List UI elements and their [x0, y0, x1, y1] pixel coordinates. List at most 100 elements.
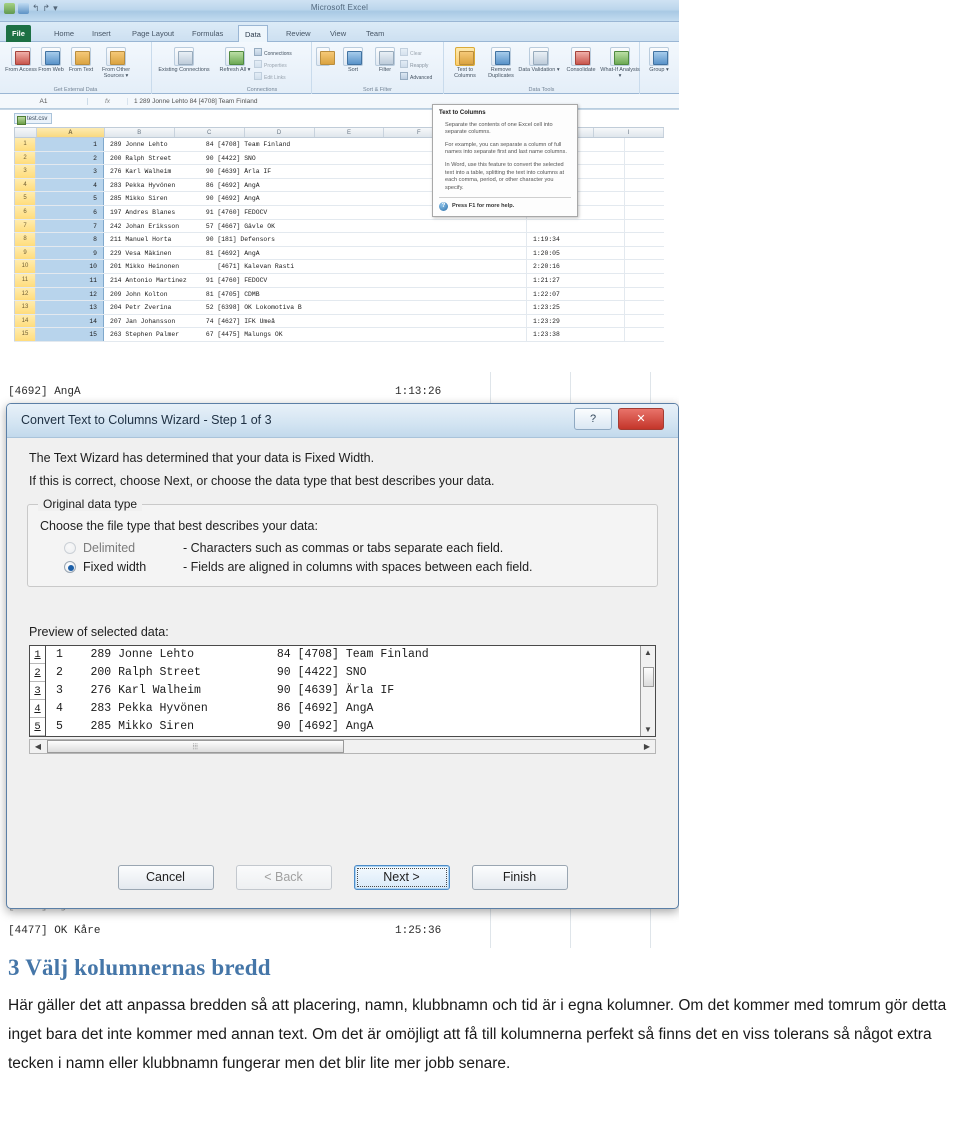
workbook-tab[interactable]: test.csv [14, 113, 53, 125]
cell-empty[interactable] [624, 205, 664, 219]
row-header[interactable]: 4 [14, 178, 36, 192]
consolidate-button[interactable]: Consolidate [558, 47, 604, 73]
row-header[interactable]: 3 [14, 165, 36, 178]
refresh-all-button[interactable]: Refresh All ▾ [216, 47, 254, 73]
radio-option-fixed-width[interactable]: Fixed width - Fields are aligned in colu… [64, 560, 645, 574]
cell-empty[interactable] [624, 314, 664, 328]
group-button[interactable]: Group ▾ [640, 47, 678, 73]
cell-a[interactable]: 7 [36, 219, 104, 233]
next-button[interactable]: Next > [353, 865, 450, 890]
cell-b[interactable]: 242 Johan Eriksson 57 [4667] Gävle OK [104, 220, 526, 233]
cell-empty[interactable] [624, 287, 664, 301]
ribbon[interactable]: From Access From Web From Text From Othe… [0, 42, 679, 94]
scroll-up-icon[interactable]: ▲ [644, 646, 652, 659]
filter-button[interactable]: Filter [366, 47, 404, 73]
cell-b[interactable]: 204 Petr Zverina 52 [6398] OK Lokomotiva… [104, 301, 526, 314]
column-header-c[interactable]: C [175, 128, 245, 137]
row-header[interactable]: 13 [14, 301, 36, 314]
column-header-i[interactable]: I [594, 128, 664, 137]
formula-input[interactable]: 1 289 Jonne Lehto 84 [4708] Team Finland [128, 98, 257, 105]
tab-page-layout[interactable]: Page Layout [126, 25, 180, 42]
cell-empty[interactable] [624, 260, 664, 273]
cell-time[interactable]: 1:19:34 [526, 233, 624, 246]
data-validation-button[interactable]: Data Validation ▾ [518, 47, 560, 73]
table-row[interactable]: 9 9 229 Vesa Mäkinen 81 [4692] AngA 1:20:05 [14, 246, 664, 261]
cell-b[interactable]: 263 Stephen Palmer 67 [4475] Malungs OK [104, 328, 526, 341]
table-row[interactable]: 7 7 242 Johan Eriksson 57 [4667] Gävle OK [14, 219, 664, 234]
cell-empty[interactable] [624, 273, 664, 287]
tab-file[interactable]: File [6, 25, 31, 42]
cell-a[interactable]: 13 [36, 301, 104, 314]
column-header-d[interactable]: D [245, 128, 315, 137]
radio-option-delimited[interactable]: Delimited - Characters such as commas or… [64, 541, 645, 555]
cell-empty[interactable] [624, 233, 664, 246]
cell-a[interactable]: 9 [36, 246, 104, 260]
table-row[interactable]: 12 12 209 John Kolton 81 [4705] CDMB 1:22:0… [14, 287, 664, 302]
tab-review[interactable]: Review [280, 25, 317, 42]
cell-time[interactable]: 1:23:38 [526, 328, 624, 341]
close-button[interactable]: ✕ [618, 408, 664, 430]
cell-a[interactable]: 4 [36, 178, 104, 192]
finish-button[interactable]: Finish [471, 865, 568, 890]
cell-b[interactable]: 209 John Kolton 81 [4705] CDMB [104, 288, 526, 301]
what-if-analysis-button[interactable]: What-If Analysis ▾ [600, 47, 640, 79]
text-to-columns-button[interactable]: Text to Columns [446, 47, 484, 79]
cell-time[interactable]: 1:23:29 [526, 314, 624, 328]
name-box[interactable]: A1 [0, 97, 88, 105]
tab-insert[interactable]: Insert [86, 25, 117, 42]
cell-a[interactable]: 5 [36, 192, 104, 205]
connections-button[interactable]: Connections [254, 48, 306, 57]
cell-empty[interactable] [624, 138, 664, 151]
tab-view[interactable]: View [324, 25, 352, 42]
cell-b[interactable]: 214 Antonio Martinez 91 [4760] FEDOCV [104, 274, 526, 287]
remove-duplicates-button[interactable]: Remove Duplicates [482, 47, 520, 79]
cell-empty[interactable] [624, 178, 664, 192]
cell-empty[interactable] [624, 192, 664, 205]
back-button[interactable]: < Back [235, 865, 332, 890]
vertical-scroll-thumb[interactable] [642, 667, 654, 687]
column-header-e[interactable]: E [315, 128, 385, 137]
row-header[interactable]: 6 [14, 205, 36, 219]
scroll-right-icon[interactable]: ▶ [639, 742, 655, 751]
cell-a[interactable]: 6 [36, 205, 104, 219]
column-header-b[interactable]: B [105, 128, 175, 137]
scroll-left-icon[interactable]: ◀ [30, 742, 46, 751]
table-row[interactable]: 11 11 214 Antonio Martinez 91 [4760] FEDOC… [14, 273, 664, 288]
cell-time[interactable]: 1:23:25 [526, 301, 624, 314]
help-button[interactable]: ? [574, 408, 612, 430]
table-row[interactable]: 13 13 204 Petr Zverina 52 [6398] OK Lokomo… [14, 301, 664, 315]
cell-a[interactable]: 15 [36, 328, 104, 341]
cell-a[interactable]: 1 [36, 138, 104, 151]
table-row[interactable]: 8 8 211 Manuel Horta 90 [181] Defensors 1:1… [14, 233, 664, 247]
cell-empty[interactable] [624, 246, 664, 260]
horizontal-scroll-thumb[interactable]: ⦙⦙⦙ [47, 740, 344, 753]
table-row[interactable]: 14 14 207 Jan Johansson 74 [4627] IFK Umeå… [14, 314, 664, 329]
radio-delimited-icon[interactable] [64, 542, 76, 554]
cell-b[interactable]: 201 Mikko Heinonen [4671] Kalevan Rasti [104, 260, 526, 273]
tab-home[interactable]: Home [48, 25, 80, 42]
cell-b[interactable]: 211 Manuel Horta 90 [181] Defensors [104, 233, 526, 246]
row-header[interactable]: 9 [14, 246, 36, 260]
preview-horizontal-scrollbar[interactable]: ◀ ⦙⦙⦙ ▶ [29, 739, 656, 754]
ribbon-tab-strip[interactable]: File Home Insert Page Layout Formulas Da… [0, 22, 679, 42]
table-row[interactable]: 15 15 263 Stephen Palmer 67 [4475] Malungs… [14, 328, 664, 342]
column-header-a[interactable]: A [36, 128, 105, 137]
row-header[interactable]: 10 [14, 260, 36, 273]
existing-connections-button[interactable]: Existing Connections [158, 47, 210, 73]
select-all-corner[interactable] [15, 128, 37, 137]
row-header[interactable]: 1 [14, 138, 36, 151]
row-header[interactable]: 14 [14, 314, 36, 328]
tab-formulas[interactable]: Formulas [186, 25, 229, 42]
properties-button[interactable]: Properties [254, 60, 306, 69]
tab-team[interactable]: Team [360, 25, 390, 42]
cell-a[interactable]: 10 [36, 260, 104, 273]
insert-function-icon[interactable]: fx [88, 97, 128, 105]
cell-time[interactable]: 2:20:16 [526, 260, 624, 273]
row-header[interactable]: 7 [14, 219, 36, 233]
cancel-button[interactable]: Cancel [117, 865, 214, 890]
edit-links-button[interactable]: Edit Links [254, 72, 306, 81]
row-header[interactable]: 5 [14, 192, 36, 205]
row-header[interactable]: 12 [14, 287, 36, 301]
from-other-sources-button[interactable]: From Other Sources ▾ [92, 47, 140, 79]
cell-a[interactable]: 14 [36, 314, 104, 328]
